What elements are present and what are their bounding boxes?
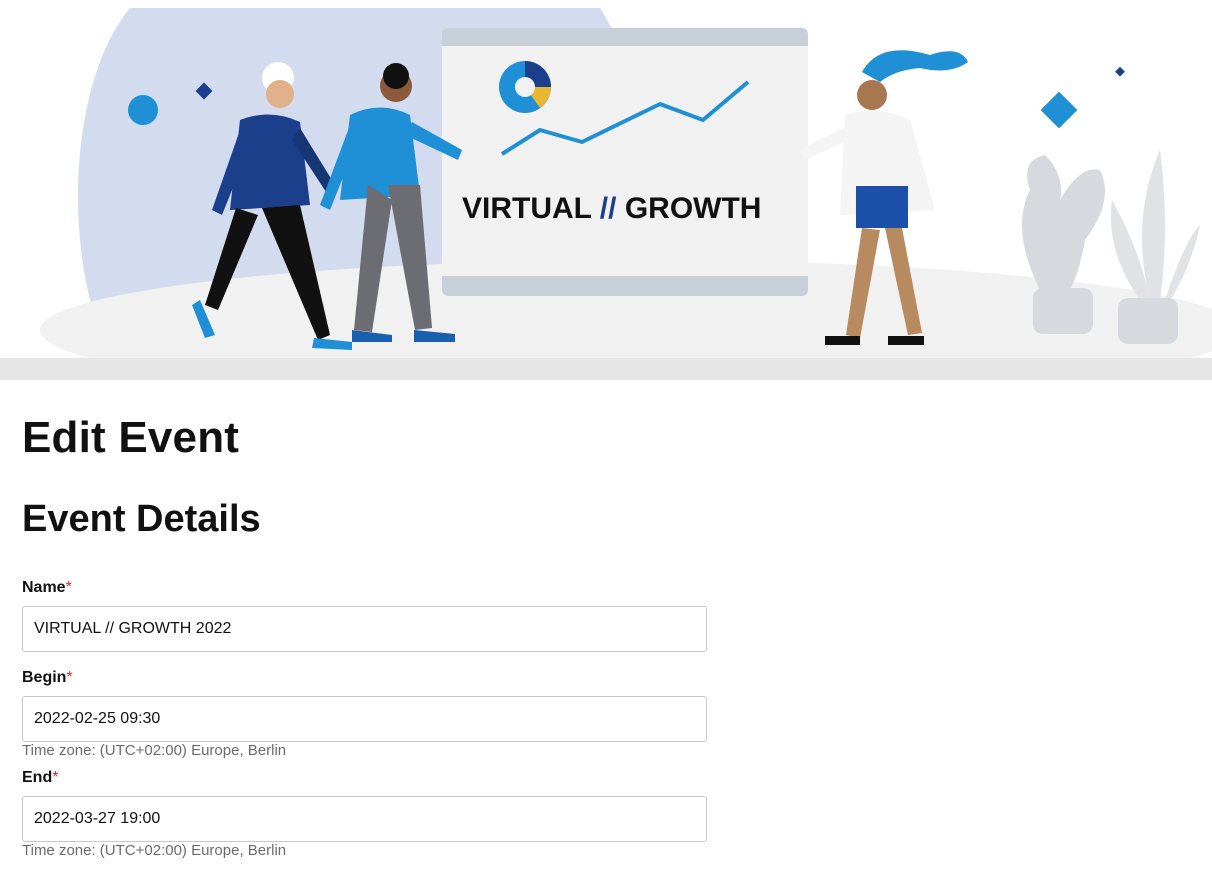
screen-text-right: GROWTH — [625, 192, 762, 225]
page-title: Edit Event — [22, 413, 240, 462]
diamond-decoration — [1115, 66, 1125, 77]
begin-timezone-hint: Time zone: (UTC+02:00) Europe, Berlin — [22, 742, 287, 759]
hero-illustration: VIRTUAL // GROWTH — [40, 8, 1212, 380]
screen-text-separator: // — [600, 192, 617, 225]
screen-text-left: VIRTUAL — [462, 192, 592, 225]
end-input[interactable] — [22, 796, 707, 842]
begin-label-text: Begin — [22, 669, 67, 686]
name-label: Name* — [22, 579, 72, 597]
end-label-text: End — [22, 769, 53, 786]
begin-input[interactable] — [22, 696, 707, 742]
svg-text:VIRTUAL // GRO: VIRTUAL // GROWTH — [462, 192, 761, 225]
hero-banner: VIRTUAL // GROWTH — [0, 0, 1212, 380]
end-timezone-hint: Time zone: (UTC+02:00) Europe, Berlin — [22, 842, 287, 859]
required-mark: * — [65, 579, 72, 596]
hero-bottom-band — [0, 358, 1212, 380]
required-mark: * — [66, 669, 73, 686]
presentation-screen: VIRTUAL // GROWTH — [442, 28, 808, 296]
begin-label: Begin* — [22, 669, 73, 687]
name-input[interactable] — [22, 606, 707, 652]
end-label: End* — [22, 769, 58, 787]
required-mark: * — [52, 769, 59, 786]
name-label-text: Name — [22, 579, 66, 596]
diamond-decoration — [1040, 91, 1078, 129]
dot-decoration — [128, 95, 158, 125]
section-title: Event Details — [22, 498, 261, 540]
